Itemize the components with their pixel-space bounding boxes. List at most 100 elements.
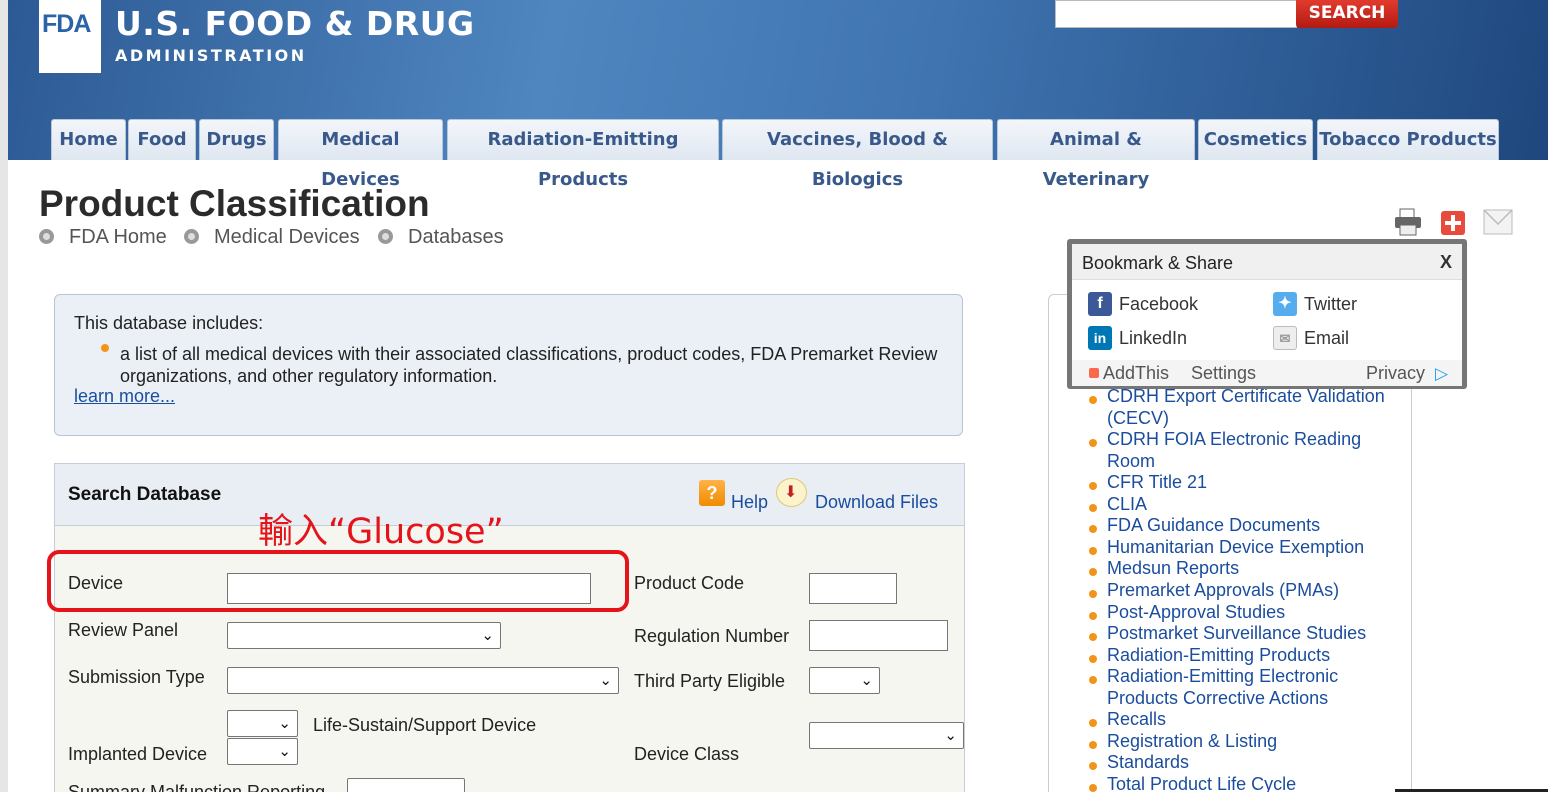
bullet-icon	[1089, 396, 1097, 404]
product-code-label: Product Code	[634, 573, 745, 593]
chevron-down-icon: ⌄	[944, 726, 957, 744]
share-email[interactable]: Email	[1304, 328, 1349, 349]
bullet-icon	[1089, 655, 1097, 663]
breadcrumb-item-home[interactable]: FDA Home	[39, 226, 167, 249]
regulation-number-input[interactable]	[809, 620, 948, 651]
submission-type-label: Submission Type	[68, 667, 205, 687]
sidebar-link-registration[interactable]: Registration & Listing	[1107, 731, 1407, 753]
linkedin-icon[interactable]: in	[1088, 326, 1112, 350]
popup-header: Bookmark & Share X	[1072, 244, 1462, 280]
sidebar-link-hde[interactable]: Humanitarian Device Exemption	[1107, 537, 1407, 559]
nav-tab-home[interactable]: Home	[51, 119, 126, 160]
nav-tab-food[interactable]: Food	[128, 119, 196, 160]
nav-tab-medical-devices[interactable]: Medical Devices	[278, 119, 443, 190]
chevron-down-icon: ⌄	[860, 671, 873, 689]
device-class-label: Device Class	[634, 744, 740, 764]
share-linkedin[interactable]: LinkedIn	[1119, 328, 1187, 349]
bullet-icon	[1089, 504, 1097, 512]
addthis-link[interactable]: AddThis	[1103, 363, 1169, 384]
chevron-down-icon: ⌄	[599, 671, 612, 689]
sidebar-link-radiation-corrective[interactable]: Radiation-Emitting Electronic Products C…	[1107, 666, 1407, 709]
info-intro: This database includes:	[74, 313, 264, 333]
breadcrumb-item-databases[interactable]: Databases	[378, 226, 504, 249]
site-header: FDA U.S. FOOD & DRUG ADMINISTRATION SEAR…	[8, 0, 1548, 190]
sidebar-link-foia[interactable]: CDRH FOIA Electronic Reading Room	[1107, 429, 1407, 472]
learn-more-link[interactable]: learn more...	[74, 386, 175, 407]
bullet-icon	[184, 229, 199, 244]
sidebar-link-tplc[interactable]: Total Product Life Cycle	[1107, 774, 1407, 792]
glucose-annotation: 輸入“Glucose”	[258, 512, 504, 552]
chevron-down-icon: ⌄	[278, 742, 291, 760]
page-edge	[0, 0, 8, 792]
summary-malfunction-select[interactable]: ⌄	[347, 778, 465, 792]
bullet-icon	[1089, 525, 1097, 533]
privacy-link[interactable]: Privacy	[1366, 363, 1425, 384]
nav-tab-vaccines[interactable]: Vaccines, Blood & Biologics	[722, 119, 993, 190]
sidebar-link-radiation[interactable]: Radiation-Emitting Products	[1107, 645, 1407, 667]
sidebar-link-cfr[interactable]: CFR Title 21	[1107, 472, 1407, 494]
settings-link[interactable]: Settings	[1191, 363, 1256, 384]
search-panel-header: Search Database ? Help Download Files	[55, 464, 964, 526]
sidebar-link-standards[interactable]: Standards	[1107, 752, 1407, 774]
nav-tab-cosmetics[interactable]: Cosmetics	[1198, 119, 1313, 160]
download-icon[interactable]	[776, 478, 807, 507]
product-code-input[interactable]	[809, 573, 897, 604]
bullet-icon	[1089, 633, 1097, 641]
email-icon[interactable]	[1483, 208, 1513, 236]
third-party-label: Third Party Eligible	[634, 671, 786, 691]
share-facebook[interactable]: Facebook	[1119, 294, 1198, 315]
share-plus-icon[interactable]	[1440, 208, 1466, 236]
sidebar-link-pma[interactable]: Premarket Approvals (PMAs)	[1107, 580, 1407, 602]
nav-tab-animal[interactable]: Animal & Veterinary	[997, 119, 1195, 190]
bullet-icon	[1089, 762, 1097, 770]
sidebar-link-cecv[interactable]: CDRH Export Certificate Validation (CECV…	[1107, 386, 1407, 429]
life-sustain-select[interactable]: ⌄	[227, 710, 298, 737]
regulation-number-label: Regulation Number	[634, 626, 790, 646]
fda-logo-mark: FDA	[42, 10, 91, 38]
bullet-icon	[1089, 482, 1097, 490]
bullet-icon	[1089, 547, 1097, 555]
chevron-down-icon: ⌄	[278, 714, 291, 732]
bullet-icon	[1089, 612, 1097, 620]
sidebar-link-postmarket[interactable]: Postmarket Surveillance Studies	[1107, 623, 1407, 645]
popup-close-button[interactable]: X	[1440, 252, 1452, 273]
bullet-icon	[101, 344, 109, 352]
bookmark-share-popup: Bookmark & Share X f Facebook ✦ Twitter …	[1067, 239, 1467, 389]
review-panel-select[interactable]: ⌄	[227, 622, 501, 649]
database-info-panel: This database includes: a list of all me…	[54, 294, 963, 436]
bullet-icon	[39, 229, 54, 244]
site-search-button[interactable]: SEARCH	[1296, 0, 1398, 28]
site-title[interactable]: U.S. FOOD & DRUG	[115, 4, 475, 43]
implanted-device-select[interactable]: ⌄	[227, 738, 298, 765]
email-icon[interactable]: ✉	[1273, 326, 1297, 350]
sidebar-link-recalls[interactable]: Recalls	[1107, 709, 1407, 731]
third-party-select[interactable]: ⌄	[809, 667, 880, 694]
share-twitter[interactable]: Twitter	[1304, 294, 1357, 315]
download-files-link[interactable]: Download Files	[815, 492, 938, 513]
twitter-icon[interactable]: ✦	[1273, 292, 1297, 316]
device-class-select[interactable]: ⌄	[809, 722, 964, 749]
sidebar-link-medsun[interactable]: Medsun Reports	[1107, 558, 1407, 580]
bullet-icon	[1089, 719, 1097, 727]
popup-title: Bookmark & Share	[1082, 253, 1234, 273]
addthis-icon	[1089, 368, 1099, 378]
site-search-input[interactable]	[1055, 0, 1297, 28]
bullet-icon	[378, 229, 393, 244]
implanted-device-label: Implanted Device	[68, 744, 208, 764]
submission-type-select[interactable]: ⌄	[227, 667, 619, 694]
sidebar-link-clia[interactable]: CLIA	[1107, 494, 1407, 516]
bullet-icon	[1089, 741, 1097, 749]
bullet-icon	[1089, 784, 1097, 792]
sidebar-link-guidance[interactable]: FDA Guidance Documents	[1107, 515, 1407, 537]
life-sustain-label: Life-Sustain/Support Device	[313, 715, 537, 735]
breadcrumb-item-medical-devices[interactable]: Medical Devices	[184, 226, 360, 249]
nav-tab-tobacco[interactable]: Tobacco Products	[1317, 119, 1499, 160]
nav-tab-drugs[interactable]: Drugs	[199, 119, 274, 160]
facebook-icon[interactable]: f	[1088, 292, 1112, 316]
help-icon[interactable]: ?	[699, 480, 725, 506]
sidebar-link-post-approval[interactable]: Post-Approval Studies	[1107, 602, 1407, 624]
print-icon[interactable]	[1393, 208, 1423, 236]
fda-logo[interactable]: FDA	[39, 0, 101, 73]
help-link[interactable]: Help	[731, 492, 768, 513]
nav-tab-radiation[interactable]: Radiation-Emitting Products	[447, 119, 719, 190]
